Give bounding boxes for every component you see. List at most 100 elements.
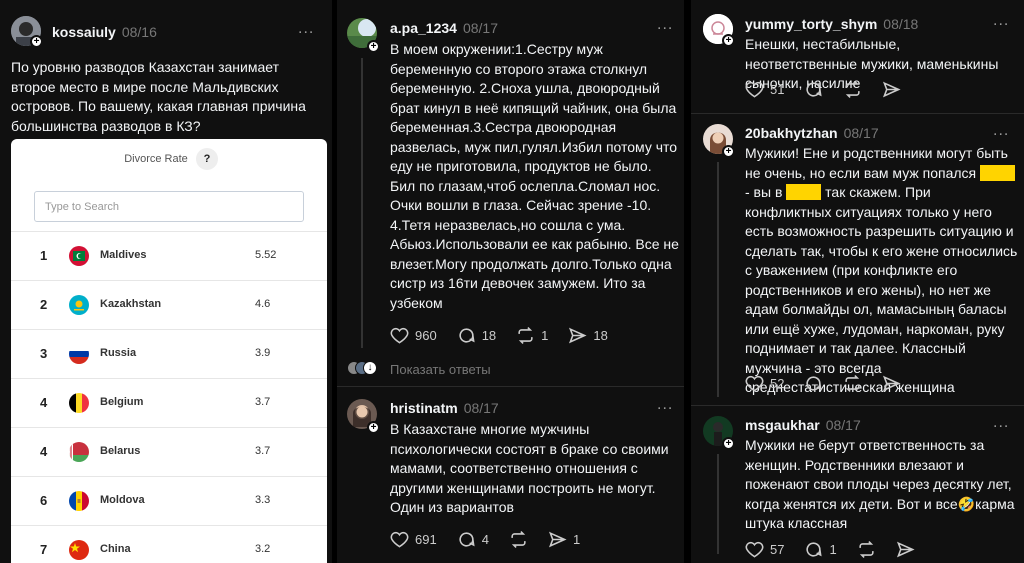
card-title: Divorce Rate (124, 153, 188, 165)
comment-button[interactable]: 18 (457, 326, 496, 345)
share-button[interactable]: 18 (568, 326, 608, 345)
table-row: 2 Kazakhstan 4.6 (11, 280, 327, 329)
follow-plus-icon[interactable]: + (722, 34, 735, 47)
comment-button[interactable]: 4 (457, 530, 489, 549)
share-button[interactable] (896, 540, 915, 559)
post-text: В Казахстане многие мужчины психологичес… (390, 421, 669, 515)
follow-plus-icon[interactable]: + (367, 40, 380, 53)
post-author[interactable]: hristinatm 08/17 (390, 400, 499, 416)
column-right: + yummy_torty_shym 08/18 ... Енешки, нест… (691, 0, 1024, 563)
like-button[interactable]: 52 (745, 374, 784, 393)
comment-icon (459, 532, 475, 547)
more-options-icon[interactable]: ... (993, 414, 1009, 432)
table-row: 4 Belarus 3.7 (11, 427, 327, 476)
rank: 3 (40, 346, 48, 361)
repost-icon (511, 531, 526, 548)
comment-icon (459, 328, 475, 343)
country: Maldives (100, 249, 147, 261)
like-button[interactable]: 51 (745, 80, 784, 99)
repost-button[interactable] (843, 374, 862, 393)
show-replies-link[interactable]: Показать ответы (390, 362, 491, 377)
country: Moldova (100, 494, 145, 506)
post-kossaiuly: + kossaiuly 08/16 ... По уровню разводов … (0, 0, 332, 563)
comment-icon (806, 82, 823, 97)
send-icon (883, 81, 902, 98)
table-row: 1 Maldives 5.52 (11, 231, 327, 280)
post-msgaukhar: + msgaukhar 08/17 ... Мужики не берут отв… (691, 406, 1024, 563)
heart-icon (390, 327, 409, 344)
rank: 1 (40, 248, 48, 263)
share-button[interactable] (882, 374, 902, 393)
rank: 6 (40, 493, 48, 508)
divorce-rate-card: Divorce Rate ? Type to Search 1 Maldives… (11, 139, 327, 563)
more-options-icon[interactable]: ... (657, 16, 673, 34)
comment-icon (806, 376, 823, 391)
value: 3.2 (255, 543, 271, 555)
repost-button[interactable] (509, 530, 528, 549)
redaction-mark: xxxxx (980, 164, 1015, 181)
more-options-icon[interactable]: ... (993, 122, 1009, 140)
maldives-flag-icon (69, 246, 89, 266)
like-button[interactable]: 691 (390, 530, 437, 549)
post-author[interactable]: a.pa_1234 08/17 (390, 20, 498, 36)
search-input[interactable]: Type to Search (34, 191, 304, 222)
repost-count: 1 (541, 328, 549, 343)
like-button[interactable]: 57 (745, 540, 784, 559)
belgium-flag-icon (69, 393, 89, 413)
share-count: 1 (572, 532, 581, 547)
more-options-icon[interactable]: ... (657, 396, 673, 414)
follow-plus-icon[interactable]: + (30, 35, 43, 48)
like-count: 960 (415, 328, 437, 343)
thread-line (717, 454, 719, 554)
value: 3.9 (255, 347, 271, 359)
thread-line (717, 162, 719, 397)
post-actions: 57 1 (745, 540, 935, 559)
rank: 4 (40, 444, 48, 459)
post-actions: 52 (745, 374, 921, 393)
value: 3.3 (255, 494, 271, 506)
post-author[interactable]: 20bakhytzhan 08/17 (745, 125, 879, 141)
rank: 4 (40, 395, 48, 410)
comment-button[interactable] (804, 374, 823, 393)
comment-button[interactable] (804, 80, 823, 99)
post-date: 08/17 (843, 125, 879, 141)
value: 4.6 (255, 298, 271, 310)
send-icon (896, 541, 915, 558)
comment-icon (806, 542, 823, 557)
repost-button[interactable] (843, 80, 862, 99)
post-a-pa-1234: + a.pa_1234 08/17 ... В моем окружении:1.… (337, 0, 684, 355)
post-author[interactable]: yummy_torty_shym 08/18 (745, 16, 918, 32)
like-button[interactable]: 960 (390, 326, 437, 345)
help-icon[interactable]: ? (196, 148, 218, 170)
follow-plus-icon[interactable]: + (722, 145, 735, 158)
post-author[interactable]: kossaiuly 08/16 (52, 24, 157, 40)
post-date: 08/18 (883, 16, 919, 32)
value: 3.7 (255, 445, 271, 457)
post-hristinatm: + hristinatm 08/17 ... В Казахстане многи… (337, 387, 684, 563)
thread-line (361, 58, 363, 348)
repost-button[interactable]: 1 (516, 326, 548, 345)
column-middle: + a.pa_1234 08/17 ... В моем окружении:1.… (337, 0, 684, 563)
share-button[interactable] (882, 80, 902, 99)
post-author[interactable]: msgaukhar 08/17 (745, 417, 861, 433)
comment-button[interactable]: 1 (804, 540, 837, 559)
share-button[interactable]: 1 (548, 530, 580, 549)
comment-count: 1 (829, 542, 837, 557)
more-options-icon[interactable]: ... (298, 20, 314, 38)
value: 5.52 (255, 249, 277, 261)
follow-plus-icon[interactable]: + (367, 421, 380, 434)
follow-plus-icon[interactable]: + (722, 437, 735, 450)
post-text: Мужики не берут ответственность за женщи… (745, 437, 1015, 531)
more-options-icon[interactable]: ... (993, 12, 1009, 30)
post-text: По уровню разводов Казахстан занимает вт… (11, 59, 306, 134)
column-left: + kossaiuly 08/16 ... По уровню разводов … (0, 0, 332, 563)
send-icon (883, 375, 902, 392)
like-count: 51 (770, 82, 785, 97)
heart-icon (745, 81, 764, 98)
table-row: 7 China 3.2 (11, 525, 327, 563)
repost-button[interactable] (857, 540, 876, 559)
heart-icon (745, 375, 764, 392)
post-actions: 691 4 1 (390, 530, 600, 549)
repost-icon (859, 541, 874, 558)
like-count: 691 (415, 532, 437, 547)
